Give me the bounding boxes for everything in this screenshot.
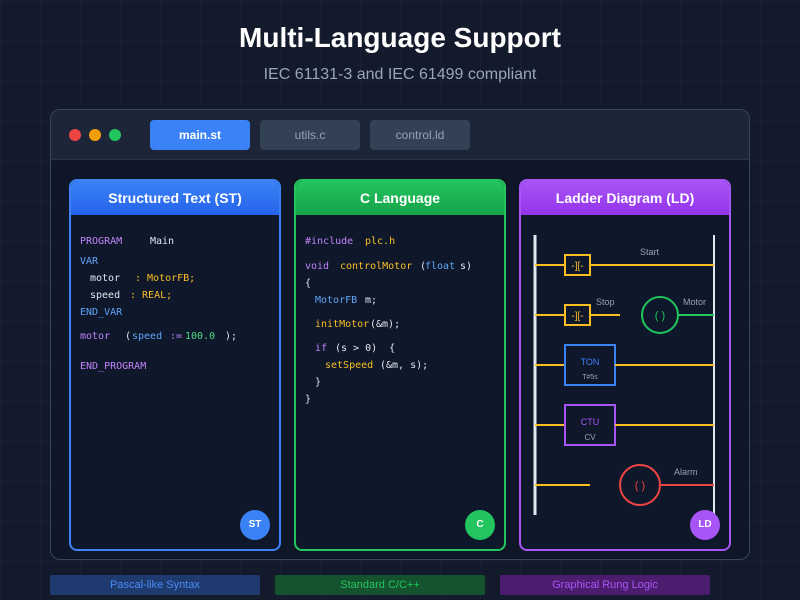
editor-window: main.st utils.c control.ld Structured Te… xyxy=(50,109,750,560)
c-if-condition: (s > 0) { xyxy=(335,343,396,354)
motor-coil-symbol: ( ) xyxy=(655,310,665,322)
st-speed-type: : REAL; xyxy=(130,290,173,301)
ton-param: T#5s xyxy=(582,374,598,381)
tab-utils-c[interactable]: utils.c xyxy=(260,120,360,150)
c-init-call: initMotor xyxy=(315,319,370,330)
c-set-args: (&m, s); xyxy=(380,360,429,371)
c-return-type: void xyxy=(305,261,330,272)
rung-alarm: ( ) Alarm xyxy=(535,464,714,506)
st-program-name: Main xyxy=(150,236,175,247)
st-call-open: ( xyxy=(125,331,132,342)
st-var-keyword: VAR xyxy=(80,256,99,267)
motor-label: Motor xyxy=(683,297,706,307)
c-brace-close: } xyxy=(305,394,312,405)
st-speed-name: speed xyxy=(90,290,121,301)
st-program-keyword: PROGRAM xyxy=(80,236,123,247)
c-init-args: (&m); xyxy=(370,319,401,330)
start-label: Start xyxy=(640,247,660,257)
c-include-keyword: #include xyxy=(305,236,354,247)
ton-label: TON xyxy=(581,357,600,367)
st-call-value: 100.0 xyxy=(185,331,216,342)
tab-main-st[interactable]: main.st xyxy=(150,120,250,150)
ctu-param: CV xyxy=(584,433,596,442)
st-endprogram-keyword: END_PROGRAM xyxy=(80,361,147,372)
alarm-coil-symbol: ( ) xyxy=(635,480,645,492)
c-if-keyword: if xyxy=(315,343,328,354)
window-titlebar: main.st utils.c control.ld xyxy=(51,110,749,160)
ladder-diagram: -][- Start -][- Stop ( ) Motor TON T#5s … xyxy=(533,235,715,515)
rung-start: -][- Start xyxy=(535,247,714,276)
c-var-type: MotorFB xyxy=(315,295,358,306)
ld-language-badge: LD xyxy=(690,510,720,540)
c-language-panel: C Language #include plc.h void controlMo… xyxy=(294,179,506,551)
st-endvar-keyword: END_VAR xyxy=(80,307,123,318)
c-feature-label: Standard C/C++ xyxy=(275,575,485,595)
structured-text-panel: Structured Text (ST) PROGRAM Main VAR mo… xyxy=(69,179,281,551)
st-panel-header: Structured Text (ST) xyxy=(71,181,279,215)
rung-ton-timer: TON T#5s xyxy=(535,344,714,386)
rung-ctu-counter: CTU CV xyxy=(535,404,714,446)
c-inner-brace-close: } xyxy=(315,377,322,388)
stop-contact-symbol: -][- xyxy=(571,311,583,322)
rung-stop-motor: -][- Stop ( ) Motor xyxy=(535,296,714,334)
st-call-arg: speed xyxy=(132,331,163,342)
ctu-label: CTU xyxy=(581,417,600,427)
page-subtitle: IEC 61131-3 and IEC 61499 compliant xyxy=(263,66,537,83)
c-brace-open: { xyxy=(305,278,312,289)
st-language-badge: ST xyxy=(240,510,270,540)
ld-feature-label: Graphical Rung Logic xyxy=(500,575,710,595)
st-call-assign: := xyxy=(170,331,183,342)
maximize-window-dot[interactable] xyxy=(109,129,121,141)
st-feature-label: Pascal-like Syntax xyxy=(50,575,260,595)
start-contact-symbol: -][- xyxy=(571,261,583,272)
c-panel-header: C Language xyxy=(296,181,504,215)
close-window-dot[interactable] xyxy=(69,129,81,141)
st-motor-name: motor xyxy=(90,273,121,284)
stop-label: Stop xyxy=(596,297,615,307)
c-param-type: float xyxy=(425,261,456,272)
page-title: Multi-Language Support xyxy=(239,22,561,53)
c-var-name: m; xyxy=(365,295,378,306)
tab-control-ld[interactable]: control.ld xyxy=(370,120,470,150)
st-call-close: ); xyxy=(225,331,238,342)
c-language-badge: C xyxy=(465,510,495,540)
alarm-label: Alarm xyxy=(674,467,698,477)
minimize-window-dot[interactable] xyxy=(89,129,101,141)
c-include-file: plc.h xyxy=(365,236,396,247)
ladder-diagram-panel: Ladder Diagram (LD) -][- Start -][- Stop xyxy=(519,179,731,551)
st-call-target: motor xyxy=(80,331,111,342)
c-function-name: controlMotor xyxy=(340,261,413,272)
st-motor-type: : MotorFB; xyxy=(135,273,196,284)
c-set-call: setSpeed xyxy=(325,360,374,371)
c-param-rest: s) xyxy=(460,261,473,272)
